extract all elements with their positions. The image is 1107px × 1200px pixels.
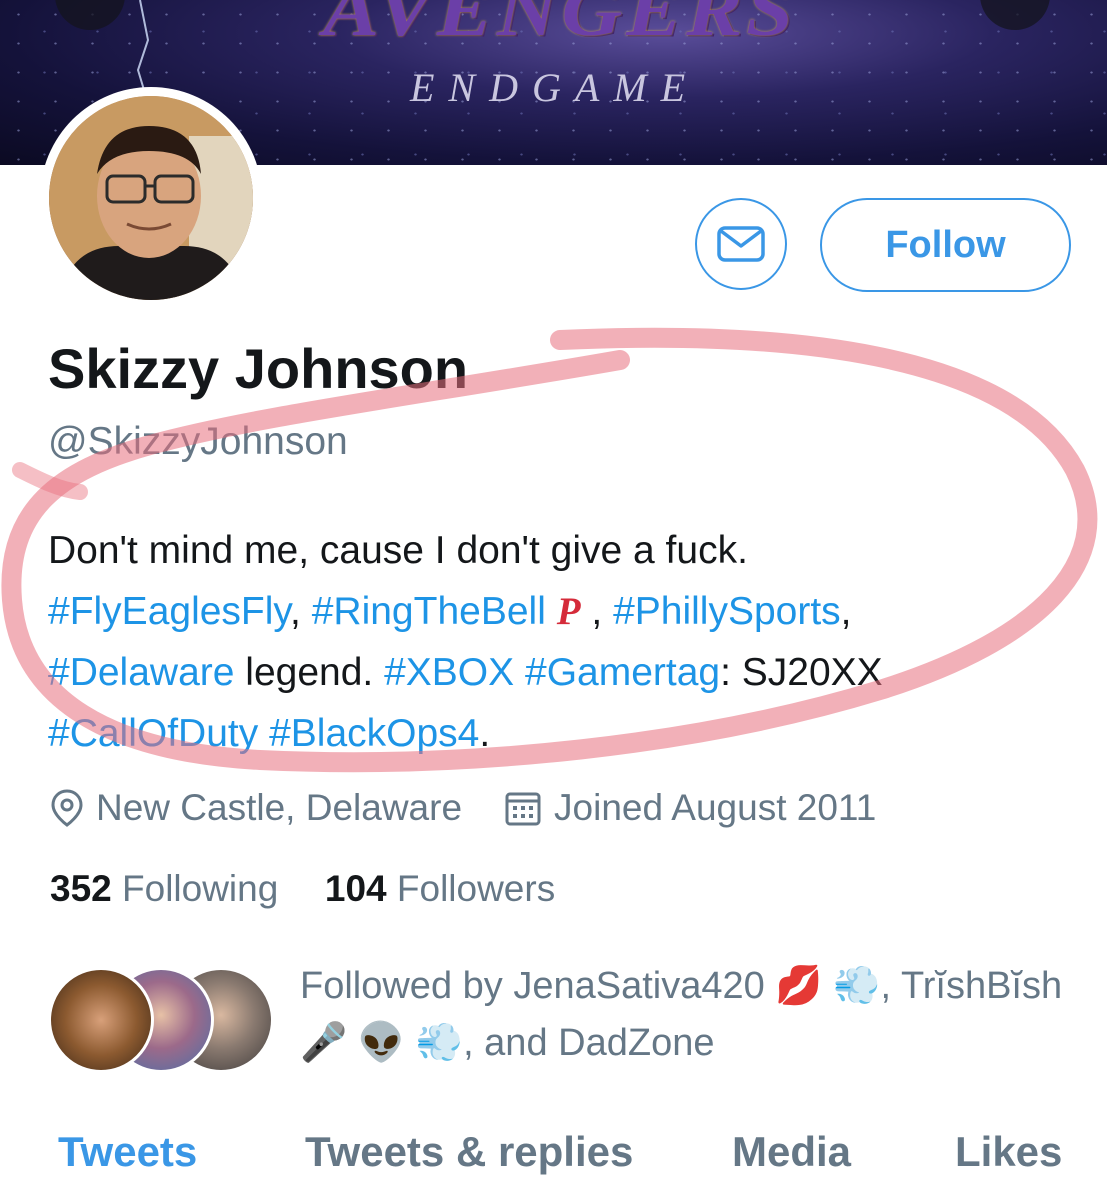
bio-line-4: #CallOfDuty #BlackOps4. xyxy=(48,703,1058,764)
followed-by-user-2: TrĭshBĭsh xyxy=(900,965,1063,1007)
following-count: 352 xyxy=(50,868,112,909)
hashtag-ringthebell[interactable]: #RingTheBell xyxy=(312,590,546,633)
tab-likes[interactable]: Likes xyxy=(955,1128,1062,1176)
following-label: Following xyxy=(122,868,279,909)
avatar-portrait xyxy=(49,96,253,300)
bio-line-3: #Delaware legend. #XBOX #Gamertag: SJ20X… xyxy=(48,642,1058,703)
emoji-mic-alien-dash-icon: 🎤 👽 💨 xyxy=(300,1022,464,1064)
profile-meta: New Castle, Delaware Joined August 2011 xyxy=(50,785,876,831)
tab-tweets-replies[interactable]: Tweets & replies xyxy=(305,1128,633,1176)
bio-text-legend: legend. xyxy=(245,651,374,694)
display-name: Skizzy Johnson xyxy=(48,337,469,400)
location-text: New Castle, Delaware xyxy=(96,787,463,828)
bio-period: . xyxy=(479,712,491,755)
banner-subtitle: ENDGAME xyxy=(410,65,700,110)
followed-by-comma: , xyxy=(880,965,892,1007)
profile-avatar-frame[interactable] xyxy=(40,87,262,309)
avatar[interactable] xyxy=(49,96,253,300)
profile-bio: Don't mind me, cause I don't give a fuck… xyxy=(48,520,1058,764)
location-pin-icon xyxy=(50,788,84,828)
follow-button[interactable]: Follow xyxy=(820,198,1071,292)
following-link[interactable]: 352 Following xyxy=(50,868,278,909)
followed-by-and: , and xyxy=(463,1022,548,1064)
followers-link[interactable]: 104 Followers xyxy=(325,868,555,909)
followed-by-user-3: DadZone xyxy=(558,1022,715,1064)
followed-by-user-1: JenaSativa420 xyxy=(513,965,765,1007)
hashtag-phillysports[interactable]: #PhillySports xyxy=(613,590,841,633)
followers-label: Followers xyxy=(396,868,556,909)
hashtag-blackops4[interactable]: #BlackOps4 xyxy=(269,712,479,755)
profile-tabs: Tweets Tweets & replies Media Likes xyxy=(0,1128,1107,1188)
bio-line-1: Don't mind me, cause I don't give a fuck… xyxy=(48,529,748,572)
follow-stats: 352 Following 104 Followers xyxy=(50,868,555,910)
mutual-followers-avatars[interactable] xyxy=(48,967,274,1073)
followed-by-text[interactable]: Followed by JenaSativa420 💋 💨, TrĭshBĭsh… xyxy=(300,958,1080,1072)
hashtag-xbox[interactable]: #XBOX xyxy=(384,651,514,694)
hashtag-gamertag[interactable]: #Gamertag xyxy=(525,651,720,694)
calendar-icon xyxy=(504,789,542,827)
hashtag-delaware[interactable]: #Delaware xyxy=(48,651,234,694)
joined-date-text: Joined August 2011 xyxy=(554,787,877,828)
message-button[interactable] xyxy=(695,198,787,290)
hashtag-flyeaglesfly[interactable]: #FlyEaglesFly xyxy=(48,590,290,633)
phillies-logo-icon: P xyxy=(556,590,581,633)
profile-handle: @SkizzyJohnson xyxy=(48,420,348,463)
tab-media[interactable]: Media xyxy=(732,1128,851,1176)
bio-comma: , xyxy=(840,590,852,633)
followers-count: 104 xyxy=(324,868,387,909)
avatar xyxy=(48,967,154,1073)
emoji-lips-dash-icon: 💋 💨 xyxy=(775,965,881,1007)
hashtag-callofduty[interactable]: #CallOfDuty xyxy=(48,712,258,755)
bio-comma: , xyxy=(591,590,603,633)
bio-comma: , xyxy=(290,590,301,633)
envelope-icon xyxy=(717,226,765,262)
banner-logo-text: AVENGERS xyxy=(323,0,797,52)
bio-gamertag-value: : SJ20XX xyxy=(720,651,883,694)
tab-tweets[interactable]: Tweets xyxy=(58,1128,197,1176)
bio-line-2: #FlyEaglesFly, #RingTheBell P , #PhillyS… xyxy=(48,581,1058,642)
followed-by-prefix: Followed by xyxy=(300,965,503,1007)
